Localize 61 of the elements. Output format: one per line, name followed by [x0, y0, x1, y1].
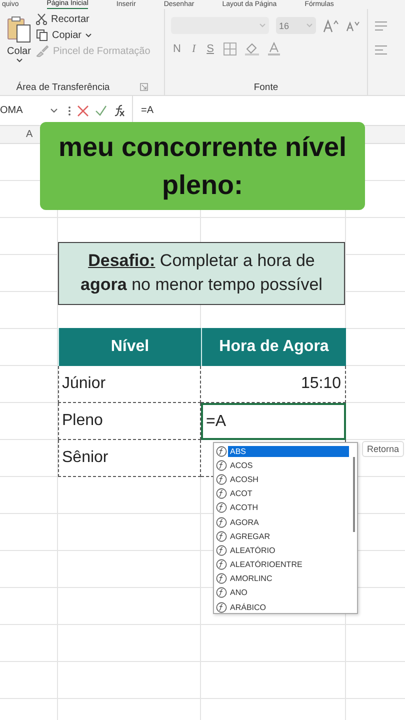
- table-cell: 15:10: [201, 366, 346, 403]
- autocomplete-item[interactable]: AGORA: [228, 516, 349, 528]
- function-icon: [216, 530, 227, 542]
- align-left-icon[interactable]: [374, 45, 388, 55]
- caret-icon: [16, 58, 22, 63]
- more-icon[interactable]: [68, 106, 71, 116]
- column-heading: Nível: [58, 328, 201, 366]
- column-heading: Hora de Agora: [201, 328, 346, 366]
- brush-icon: [36, 45, 49, 57]
- function-icon: [216, 587, 227, 598]
- caret-icon: [259, 23, 266, 28]
- function-icon: [216, 544, 227, 556]
- clipboard-icon: [6, 15, 32, 45]
- table-cell: Sênior: [58, 440, 201, 477]
- insert-function-icon[interactable]: [113, 104, 126, 117]
- align-top-icon[interactable]: [374, 21, 388, 31]
- enter-icon[interactable]: [95, 104, 107, 116]
- scissors-icon: [36, 13, 47, 25]
- autocomplete-item[interactable]: AGREGAR: [228, 530, 349, 542]
- borders-icon[interactable]: [222, 42, 237, 56]
- column-header[interactable]: A: [26, 126, 33, 143]
- copy-icon: [36, 29, 48, 41]
- cancel-icon[interactable]: [77, 104, 89, 116]
- fill-color-icon[interactable]: [244, 42, 260, 56]
- shrink-font-icon[interactable]: [346, 20, 360, 32]
- grow-font-icon[interactable]: [323, 18, 339, 32]
- autocomplete-item[interactable]: ALEATÓRIOENTRE: [228, 559, 349, 570]
- caption-text: meu concorrente nível pleno:: [40, 122, 365, 210]
- function-icon: [216, 573, 227, 584]
- caret-icon[interactable]: [50, 108, 58, 113]
- caret-icon: [85, 32, 92, 38]
- autocomplete-item[interactable]: ANO: [228, 587, 349, 598]
- autocomplete-item[interactable]: AMORLINC: [228, 573, 349, 584]
- paste-button[interactable]: Colar: [6, 13, 32, 79]
- table-cell: Pleno: [58, 403, 201, 440]
- copy-button[interactable]: Copiar: [36, 29, 150, 41]
- function-icon: [216, 446, 227, 457]
- autocomplete-item[interactable]: ARÁBICO: [228, 602, 349, 613]
- autocomplete-item[interactable]: ACOSH: [228, 474, 349, 485]
- function-icon: [216, 488, 227, 500]
- function-icon: [216, 474, 227, 485]
- function-icon: [216, 516, 227, 528]
- function-icon: [216, 559, 227, 570]
- autocomplete-item[interactable]: ACOT: [228, 488, 349, 500]
- function-icon: [216, 502, 227, 514]
- tooltip: Retorna: [362, 441, 404, 457]
- autocomplete-item[interactable]: ABS: [228, 446, 349, 457]
- autocomplete-item[interactable]: ACOS: [228, 460, 349, 471]
- group-label: Área de Transferência: [16, 82, 110, 92]
- name-box[interactable]: OMA: [0, 105, 62, 116]
- cut-button[interactable]: Recortar: [36, 13, 150, 25]
- function-icon: [216, 460, 227, 471]
- table-cell: Júnior: [58, 366, 201, 403]
- challenge-text: Desafio: Completar a hora de agora no menor tempo possível: [58, 242, 345, 305]
- dialog-launcher-icon[interactable]: [140, 83, 148, 91]
- font-color-icon[interactable]: [266, 42, 281, 56]
- cell-input[interactable]: =A: [201, 403, 346, 440]
- autocomplete-item[interactable]: ALEATÓRIO: [228, 544, 349, 556]
- caret-icon: [306, 23, 313, 28]
- autocomplete-item[interactable]: ACOTH: [228, 502, 349, 514]
- group-label: Fonte: [254, 82, 278, 92]
